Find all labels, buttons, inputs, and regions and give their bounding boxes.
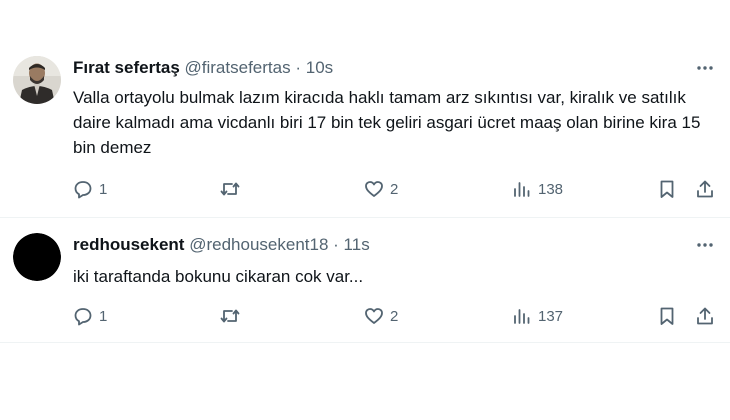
reply-count: 1 [99,180,108,198]
tweet-header: Fırat sefertaş @firatsefertas · 10s [73,58,333,78]
retweet-button[interactable] [219,304,247,328]
avatar[interactable] [13,233,61,281]
separator-dot: · [295,58,301,77]
display-name[interactable]: redhousekent [73,235,184,254]
share-icon [697,180,713,198]
like-icon [365,308,383,324]
bookmark-icon [660,180,674,198]
more-icon [697,243,713,247]
tweet-text: Valla ortayolu bulmak lazım kiracıda hak… [73,88,701,157]
tweet-text: iki taraftanda bokunu cikaran cok var... [73,267,364,286]
like-icon [365,181,383,197]
view-count: 137 [538,307,564,325]
retweet-icon [220,309,240,323]
bookmark-icon [660,307,674,325]
like-count: 2 [390,180,399,198]
tweet-actions: 1 2 137 [73,304,718,328]
timestamp[interactable]: 10s [306,58,333,77]
retweet-button[interactable] [219,177,247,201]
display-name[interactable]: Fırat sefertaş [73,58,180,77]
avatar[interactable] [13,56,61,104]
bookmark-button[interactable] [657,177,677,201]
views-button[interactable]: 137 [512,304,563,328]
tweet-header: redhousekent @redhousekent18 · 11s [73,235,370,255]
tweet[interactable]: redhousekent @redhousekent18 · 11s iki t… [0,218,730,342]
timestamp[interactable]: 11s [344,235,370,254]
share-button[interactable] [695,304,715,328]
view-count: 138 [538,180,564,198]
reply-count: 1 [99,307,108,325]
views-icon [514,182,530,197]
separator-dot: · [333,235,339,254]
tweet-actions: 1 2 138 [73,177,718,201]
like-count: 2 [390,307,399,325]
views-button[interactable]: 138 [512,177,563,201]
timeline-feed: Fırat sefertaş @firatsefertas · 10s Vall… [0,0,730,420]
user-handle[interactable]: @firatsefertas [185,58,291,77]
reply-button[interactable]: 1 [73,304,107,328]
reply-icon [74,181,92,199]
share-button[interactable] [695,177,715,201]
reply-icon [74,308,92,326]
views-icon [514,309,530,324]
reply-button[interactable]: 1 [73,177,107,201]
divider [0,342,730,343]
more-icon [697,66,713,70]
tweet[interactable]: Fırat sefertaş @firatsefertas · 10s Vall… [0,45,730,217]
more-button[interactable] [694,58,716,78]
like-button[interactable]: 2 [364,304,398,328]
share-icon [697,307,713,325]
bookmark-button[interactable] [657,304,677,328]
more-button[interactable] [694,235,716,255]
retweet-icon [220,182,240,196]
user-handle[interactable]: @redhousekent18 [189,235,328,254]
like-button[interactable]: 2 [364,177,398,201]
